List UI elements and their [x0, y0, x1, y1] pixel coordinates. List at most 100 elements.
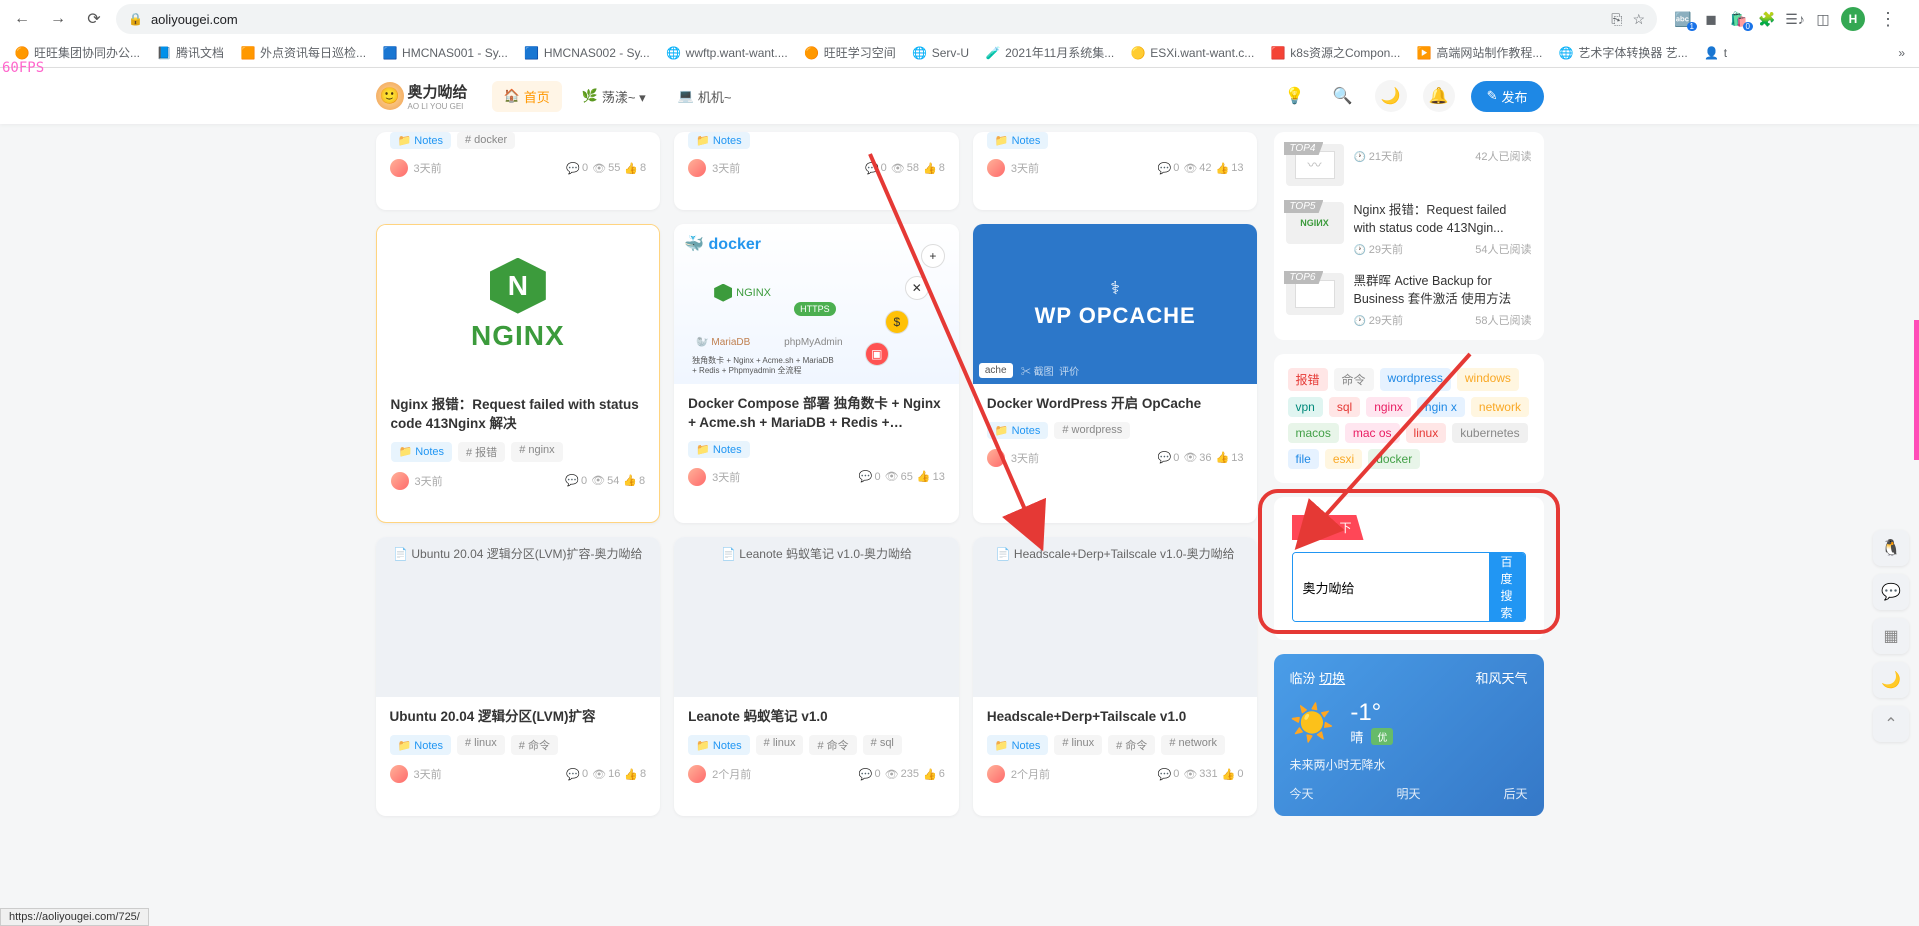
sidebar-tag[interactable]: sql	[1329, 397, 1360, 417]
rank-item[interactable]: TOP5 NGIИX Nginx 报错：Request failed with …	[1278, 194, 1540, 265]
article-card[interactable]: 📁 Notes 3天前 💬0 👁58 👍8	[674, 132, 959, 210]
panel-icon[interactable]: ◫	[1813, 9, 1833, 29]
back-to-top-icon[interactable]: ⌃	[1873, 706, 1909, 742]
sidebar-tag[interactable]: ngin x	[1417, 397, 1465, 417]
sidebar-tag[interactable]: file	[1288, 449, 1319, 469]
bookmark-item[interactable]: 🟡ESXi.want-want.c...	[1124, 41, 1260, 65]
tag[interactable]: # 命令	[511, 735, 558, 755]
notes-tag[interactable]: 📁 Notes	[390, 132, 452, 149]
notes-tag[interactable]: 📁 Notes	[987, 735, 1049, 755]
puzzle-icon[interactable]: 🧩	[1757, 9, 1777, 29]
bookmark-item[interactable]: 📘腾讯文档	[150, 40, 230, 65]
sidebar-tag[interactable]: mac os	[1345, 423, 1400, 443]
nav-item[interactable]: 🏠首页	[492, 81, 562, 112]
sidebar-tag[interactable]: docker	[1368, 449, 1420, 469]
tag[interactable]: # linux	[756, 735, 804, 755]
search-input[interactable]	[1293, 553, 1489, 621]
notes-tag[interactable]: 📁 Notes	[987, 422, 1049, 439]
tag[interactable]: # 报错	[458, 442, 505, 462]
bookmark-item[interactable]: 🌐Serv-U	[906, 41, 975, 65]
article-card[interactable]: Ubuntu 20.04 逻辑分区(LVM)扩容-奥力呦给 Ubuntu 20.…	[376, 537, 661, 816]
sidebar-tag[interactable]: kubernetes	[1452, 423, 1527, 443]
article-card[interactable]: Headscale+Derp+Tailscale v1.0-奥力呦给 Heads…	[973, 537, 1258, 816]
ext-translate-icon[interactable]: 🔤1	[1673, 9, 1693, 29]
tag[interactable]: # sql	[863, 735, 902, 755]
tag[interactable]: # nginx	[511, 442, 562, 462]
tag[interactable]: # 命令	[1108, 735, 1155, 755]
notes-tag[interactable]: 📁 Notes	[391, 442, 453, 462]
article-card[interactable]: Leanote 蚂蚁笔记 v1.0-奥力呦给 Leanote 蚂蚁笔记 v1.0…	[674, 537, 959, 816]
nav-item[interactable]: 💻机机~	[666, 81, 744, 112]
bookmark-item[interactable]: 🟥k8s资源之Compon...	[1264, 40, 1406, 65]
back-button[interactable]: ←	[8, 5, 36, 33]
notification-icon[interactable]: 🔔	[1423, 80, 1455, 112]
tag[interactable]: # linux	[457, 735, 505, 755]
bookmark-item[interactable]: 🌐wwftp.want-want....	[660, 41, 794, 65]
notes-tag[interactable]: 📁 Notes	[987, 132, 1049, 149]
reload-button[interactable]: ⟳	[80, 5, 108, 33]
tag[interactable]: # network	[1161, 735, 1225, 755]
qq-icon[interactable]: 🐧	[1873, 530, 1909, 566]
forward-button[interactable]: →	[44, 5, 72, 33]
tag[interactable]: # docker	[457, 132, 515, 149]
browser-menu-icon[interactable]: ⋮	[1873, 9, 1903, 30]
bookmark-item[interactable]: 🟠旺旺学习空间	[798, 40, 902, 65]
bulb-icon[interactable]: 💡	[1279, 80, 1311, 112]
weather-day[interactable]: 明天	[1396, 785, 1420, 802]
sidebar-tag[interactable]: nginx	[1366, 397, 1411, 417]
bookmark-item[interactable]: 👤t	[1698, 41, 1733, 65]
article-card[interactable]: 🐳 docker + ✕ NGINX HTTPS 🦭 MariaDB phpMy…	[674, 224, 959, 524]
notes-tag[interactable]: 📁 Notes	[688, 132, 750, 149]
search-icon[interactable]: 🔍	[1327, 80, 1359, 112]
rank-item[interactable]: TOP6 黑群晖 Active Backup for Business 套件激活…	[1278, 265, 1540, 336]
tag[interactable]: # 命令	[809, 735, 856, 755]
install-icon[interactable]: ⎘	[1611, 11, 1622, 28]
moon-icon[interactable]: 🌙	[1873, 662, 1909, 698]
bookmark-item[interactable]: 🧪2021年11月系统集...	[979, 40, 1120, 65]
article-card[interactable]: NNGINX Nginx 报错：Request failed with stat…	[376, 224, 661, 524]
ext-wallet-icon[interactable]: ◼	[1701, 9, 1721, 29]
playlist-icon[interactable]: ☰♪	[1785, 9, 1805, 29]
wechat-icon[interactable]: 💬	[1873, 574, 1909, 610]
nav-item[interactable]: 🌿荡漾~ ▾	[570, 81, 658, 112]
like-stat: 👍8	[624, 162, 646, 175]
sidebar-tag[interactable]: 报错	[1288, 368, 1328, 391]
weather-day[interactable]: 今天	[1290, 785, 1314, 802]
weather-day[interactable]: 后天	[1503, 785, 1527, 802]
sidebar-tag[interactable]: wordpress	[1380, 368, 1451, 391]
bookmark-item[interactable]: 🟦HMCNAS001 - Sy...	[376, 41, 514, 65]
sidebar-tag[interactable]: esxi	[1325, 449, 1362, 469]
article-card[interactable]: ⚕ WP OPCACHE ache ✂ 截图 评价 Docker WordPre…	[973, 224, 1258, 524]
tag[interactable]: # linux	[1054, 735, 1102, 755]
article-card[interactable]: 📁 Notes# docker 3天前 💬0 👁55 👍8	[376, 132, 661, 210]
search-button[interactable]: 百度搜索	[1489, 553, 1525, 621]
site-header: 🙂 奥力呦给 AO LI YOU GEI 🏠首页 🌿荡漾~ ▾ 💻机机~ 💡 🔍 🌙…	[0, 68, 1919, 124]
site-logo[interactable]: 🙂 奥力呦给 AO LI YOU GEI	[376, 81, 468, 111]
sidebar-tag[interactable]: network	[1471, 397, 1529, 417]
qrcode-icon[interactable]: ▦	[1873, 618, 1909, 654]
publish-button[interactable]: ✎ 发布	[1471, 81, 1544, 112]
article-card[interactable]: 📁 Notes 3天前 💬0 👁42 👍13	[973, 132, 1258, 210]
sidebar-tag[interactable]: 命令	[1334, 368, 1374, 391]
weather-switch-link[interactable]: 切换	[1319, 671, 1345, 686]
notes-tag[interactable]: 📁 Notes	[688, 735, 750, 755]
tag[interactable]: # wordpress	[1054, 422, 1130, 439]
bookmark-item[interactable]: ▶️高端网站制作教程...	[1410, 40, 1548, 65]
bookmarks-overflow[interactable]: »	[1892, 42, 1911, 64]
bookmark-item[interactable]: 🟧外点资讯每日巡检...	[234, 40, 372, 65]
sidebar-tag[interactable]: vpn	[1288, 397, 1323, 417]
bookmark-item[interactable]: 🟦HMCNAS002 - Sy...	[518, 41, 656, 65]
notes-tag[interactable]: 📁 Notes	[390, 735, 452, 755]
sidebar-tag[interactable]: windows	[1457, 368, 1519, 391]
bookmark-item[interactable]: 🌐艺术字体转换器 艺...	[1552, 40, 1693, 65]
sidebar-tag[interactable]: linux	[1406, 423, 1447, 443]
profile-avatar[interactable]: H	[1841, 7, 1865, 31]
search-tab[interactable]: 百度一下	[1292, 515, 1364, 540]
ext-shopping-icon[interactable]: 🛍️0	[1729, 9, 1749, 29]
star-icon[interactable]: ☆	[1632, 11, 1645, 28]
url-bar[interactable]: 🔒 aoliyougei.com ⎘ ☆	[116, 4, 1657, 34]
rank-item[interactable]: TOP4 〰 21天前42人已阅读	[1278, 136, 1540, 194]
sidebar-tag[interactable]: macos	[1288, 423, 1339, 443]
notes-tag[interactable]: 📁 Notes	[688, 441, 750, 458]
dark-mode-icon[interactable]: 🌙	[1375, 80, 1407, 112]
